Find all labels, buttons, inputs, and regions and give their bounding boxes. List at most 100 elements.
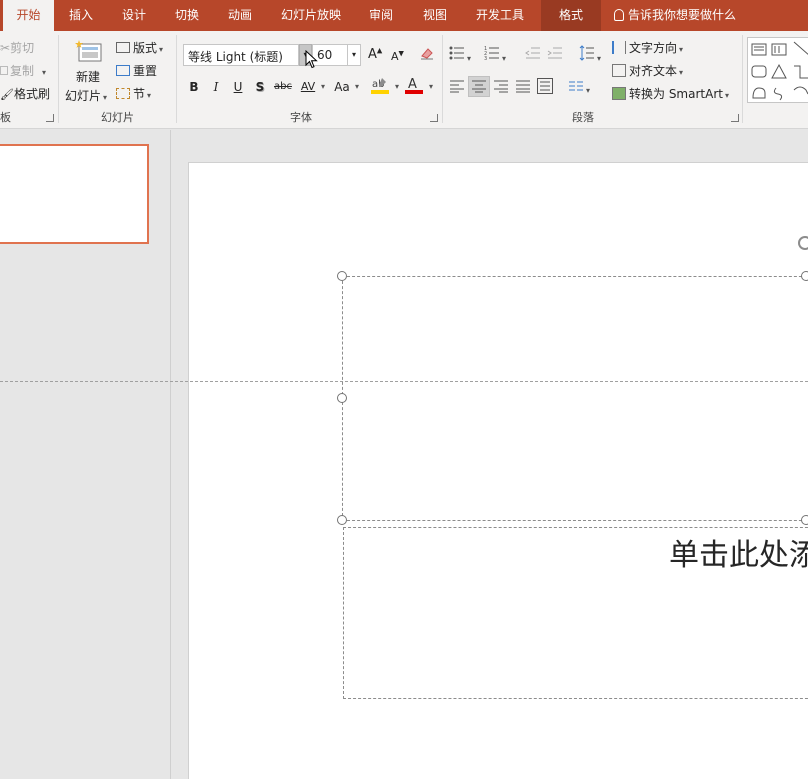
italic-button[interactable]: I [209, 78, 223, 96]
increase-indent-button[interactable] [547, 45, 563, 64]
change-case-button[interactable]: Aa [331, 78, 353, 96]
tab-home[interactable]: 开始 [3, 0, 54, 31]
font-group-label: 字体 [290, 111, 312, 124]
underline-button[interactable]: U [231, 78, 245, 96]
tab-developer[interactable]: 开发工具 [464, 0, 536, 31]
align-center-button[interactable] [468, 76, 490, 97]
ribbon-tab-bar: 开始 插入 设计 切换 动画 幻灯片放映 审阅 视图 开发工具 格式 告诉我你想… [0, 0, 808, 31]
bullets-icon [449, 46, 464, 60]
chevron-down-icon: ▾ [679, 45, 684, 54]
resize-handle[interactable] [801, 515, 808, 525]
tab-insert[interactable]: 插入 [56, 0, 106, 31]
chevron-down-icon: ▾ [586, 86, 591, 95]
section-icon [116, 88, 130, 99]
chevron-down-icon[interactable]: ▾ [353, 78, 359, 92]
line-spacing-icon [579, 45, 594, 61]
eraser-icon [421, 48, 433, 60]
chevron-down-icon: ▾ [351, 50, 356, 59]
font-color-button[interactable]: A [405, 75, 423, 98]
resize-handle[interactable] [337, 271, 347, 281]
lightbulb-icon [614, 9, 624, 21]
tab-design[interactable]: 设计 [108, 0, 160, 31]
highlight-color-button[interactable]: ab [371, 75, 389, 98]
bold-button[interactable]: B [187, 78, 201, 96]
font-color-icon: A [405, 77, 423, 94]
chevron-down-icon: ▾ [147, 91, 152, 100]
clipboard-dialog-launcher[interactable] [46, 114, 54, 122]
columns-button[interactable]: ▾ [568, 79, 590, 96]
layout-button[interactable]: 版式 ▾ [116, 39, 163, 56]
copy-button[interactable]: 复制 ▾ [0, 62, 46, 79]
section-button[interactable]: 节 ▾ [116, 85, 151, 102]
text-direction-button[interactable]: 文字方向 ▾ [612, 39, 683, 56]
new-slide-button[interactable]: 新建 [66, 38, 110, 85]
ribbon: ✂剪切 复制 ▾ 🖌格式刷 板 新建 幻灯片 ▾ 版式 ▾ 重置 节 ▾ 幻灯片… [0, 31, 808, 129]
svg-text:3: 3 [484, 56, 487, 61]
chevron-down-icon: ▾ [502, 54, 507, 63]
title-placeholder[interactable] [342, 276, 808, 521]
new-slide-icon [75, 40, 102, 62]
strikethrough-button[interactable]: abc [273, 78, 293, 96]
resize-handle[interactable] [337, 515, 347, 525]
increase-indent-icon [547, 47, 562, 59]
clear-formatting-button[interactable] [419, 45, 435, 64]
align-text-button[interactable]: 对齐文本 ▾ [612, 62, 683, 79]
tell-me-text: 告诉我你想要做什么 [628, 8, 737, 22]
resize-handle[interactable] [801, 271, 808, 281]
tab-slideshow[interactable]: 幻灯片放映 [270, 0, 352, 31]
chevron-down-icon[interactable]: ▾ [319, 78, 325, 92]
group-separator [176, 35, 177, 123]
slides-group-label: 幻灯片 [101, 111, 134, 124]
shapes-gallery-icons [751, 41, 808, 101]
decrease-indent-button[interactable] [525, 45, 541, 64]
subtitle-placeholder-text[interactable]: 单击此处添 [669, 530, 808, 574]
paragraph-dialog-launcher[interactable] [731, 114, 739, 122]
tab-animations[interactable]: 动画 [214, 0, 266, 31]
grow-font-button[interactable]: A▲ [368, 47, 382, 62]
text-direction-icon [612, 41, 626, 54]
font-dialog-launcher[interactable] [430, 114, 438, 122]
tab-transitions[interactable]: 切换 [162, 0, 212, 31]
chevron-down-icon: ▾ [597, 54, 602, 63]
line-spacing-button[interactable]: ▾ [579, 45, 601, 64]
group-separator [742, 35, 743, 123]
chevron-down-icon[interactable]: ▾ [427, 78, 433, 92]
align-right-button[interactable] [493, 79, 509, 96]
paragraph-group-label: 段落 [572, 111, 594, 124]
align-left-button[interactable] [449, 79, 465, 96]
tab-format[interactable]: 格式 [541, 0, 601, 31]
chevron-down-icon: ▾ [103, 93, 108, 102]
brush-icon: 🖌 [0, 88, 14, 101]
font-size-dropdown[interactable]: ▾ [348, 44, 361, 66]
text-shadow-button[interactable]: S [253, 78, 267, 96]
cut-button[interactable]: ✂剪切 [0, 39, 34, 56]
rotate-handle-icon[interactable] [798, 236, 808, 250]
numbering-button[interactable]: 1 2 3 ▾ [484, 45, 506, 64]
distributed-icon [537, 78, 553, 94]
grow-font-icon: A▲ [368, 47, 383, 63]
slide-thumbnail-pane [0, 130, 171, 779]
chevron-down-icon[interactable]: ▾ [393, 78, 399, 92]
distributed-button[interactable] [537, 78, 553, 97]
mouse-pointer-icon [305, 50, 318, 69]
shapes-gallery[interactable] [747, 37, 808, 103]
align-right-icon [494, 80, 508, 93]
convert-smartart-button[interactable]: 转换为 SmartArt ▾ [612, 85, 729, 102]
tab-review[interactable]: 审阅 [356, 0, 406, 31]
shrink-font-button[interactable]: A▼ [391, 49, 404, 63]
format-painter-button[interactable]: 🖌格式刷 [0, 85, 50, 102]
tell-me-box[interactable]: 告诉我你想要做什么 [614, 0, 736, 31]
align-center-icon [472, 80, 486, 93]
character-spacing-button[interactable]: AV [297, 78, 319, 96]
slide-thumbnail[interactable] [0, 144, 149, 244]
clipboard-group-label: 板 [0, 111, 11, 124]
justify-button[interactable] [515, 79, 531, 96]
resize-handle[interactable] [337, 393, 347, 403]
new-slide-dropdown[interactable]: 幻灯片 ▾ [65, 87, 107, 104]
font-name-input[interactable]: 等线 Light (标题) [183, 44, 299, 66]
chevron-down-icon: ▾ [679, 68, 684, 77]
reset-button[interactable]: 重置 [116, 62, 157, 79]
bullets-button[interactable]: ▾ [449, 45, 471, 64]
tab-view[interactable]: 视图 [410, 0, 460, 31]
justify-icon [516, 80, 530, 93]
